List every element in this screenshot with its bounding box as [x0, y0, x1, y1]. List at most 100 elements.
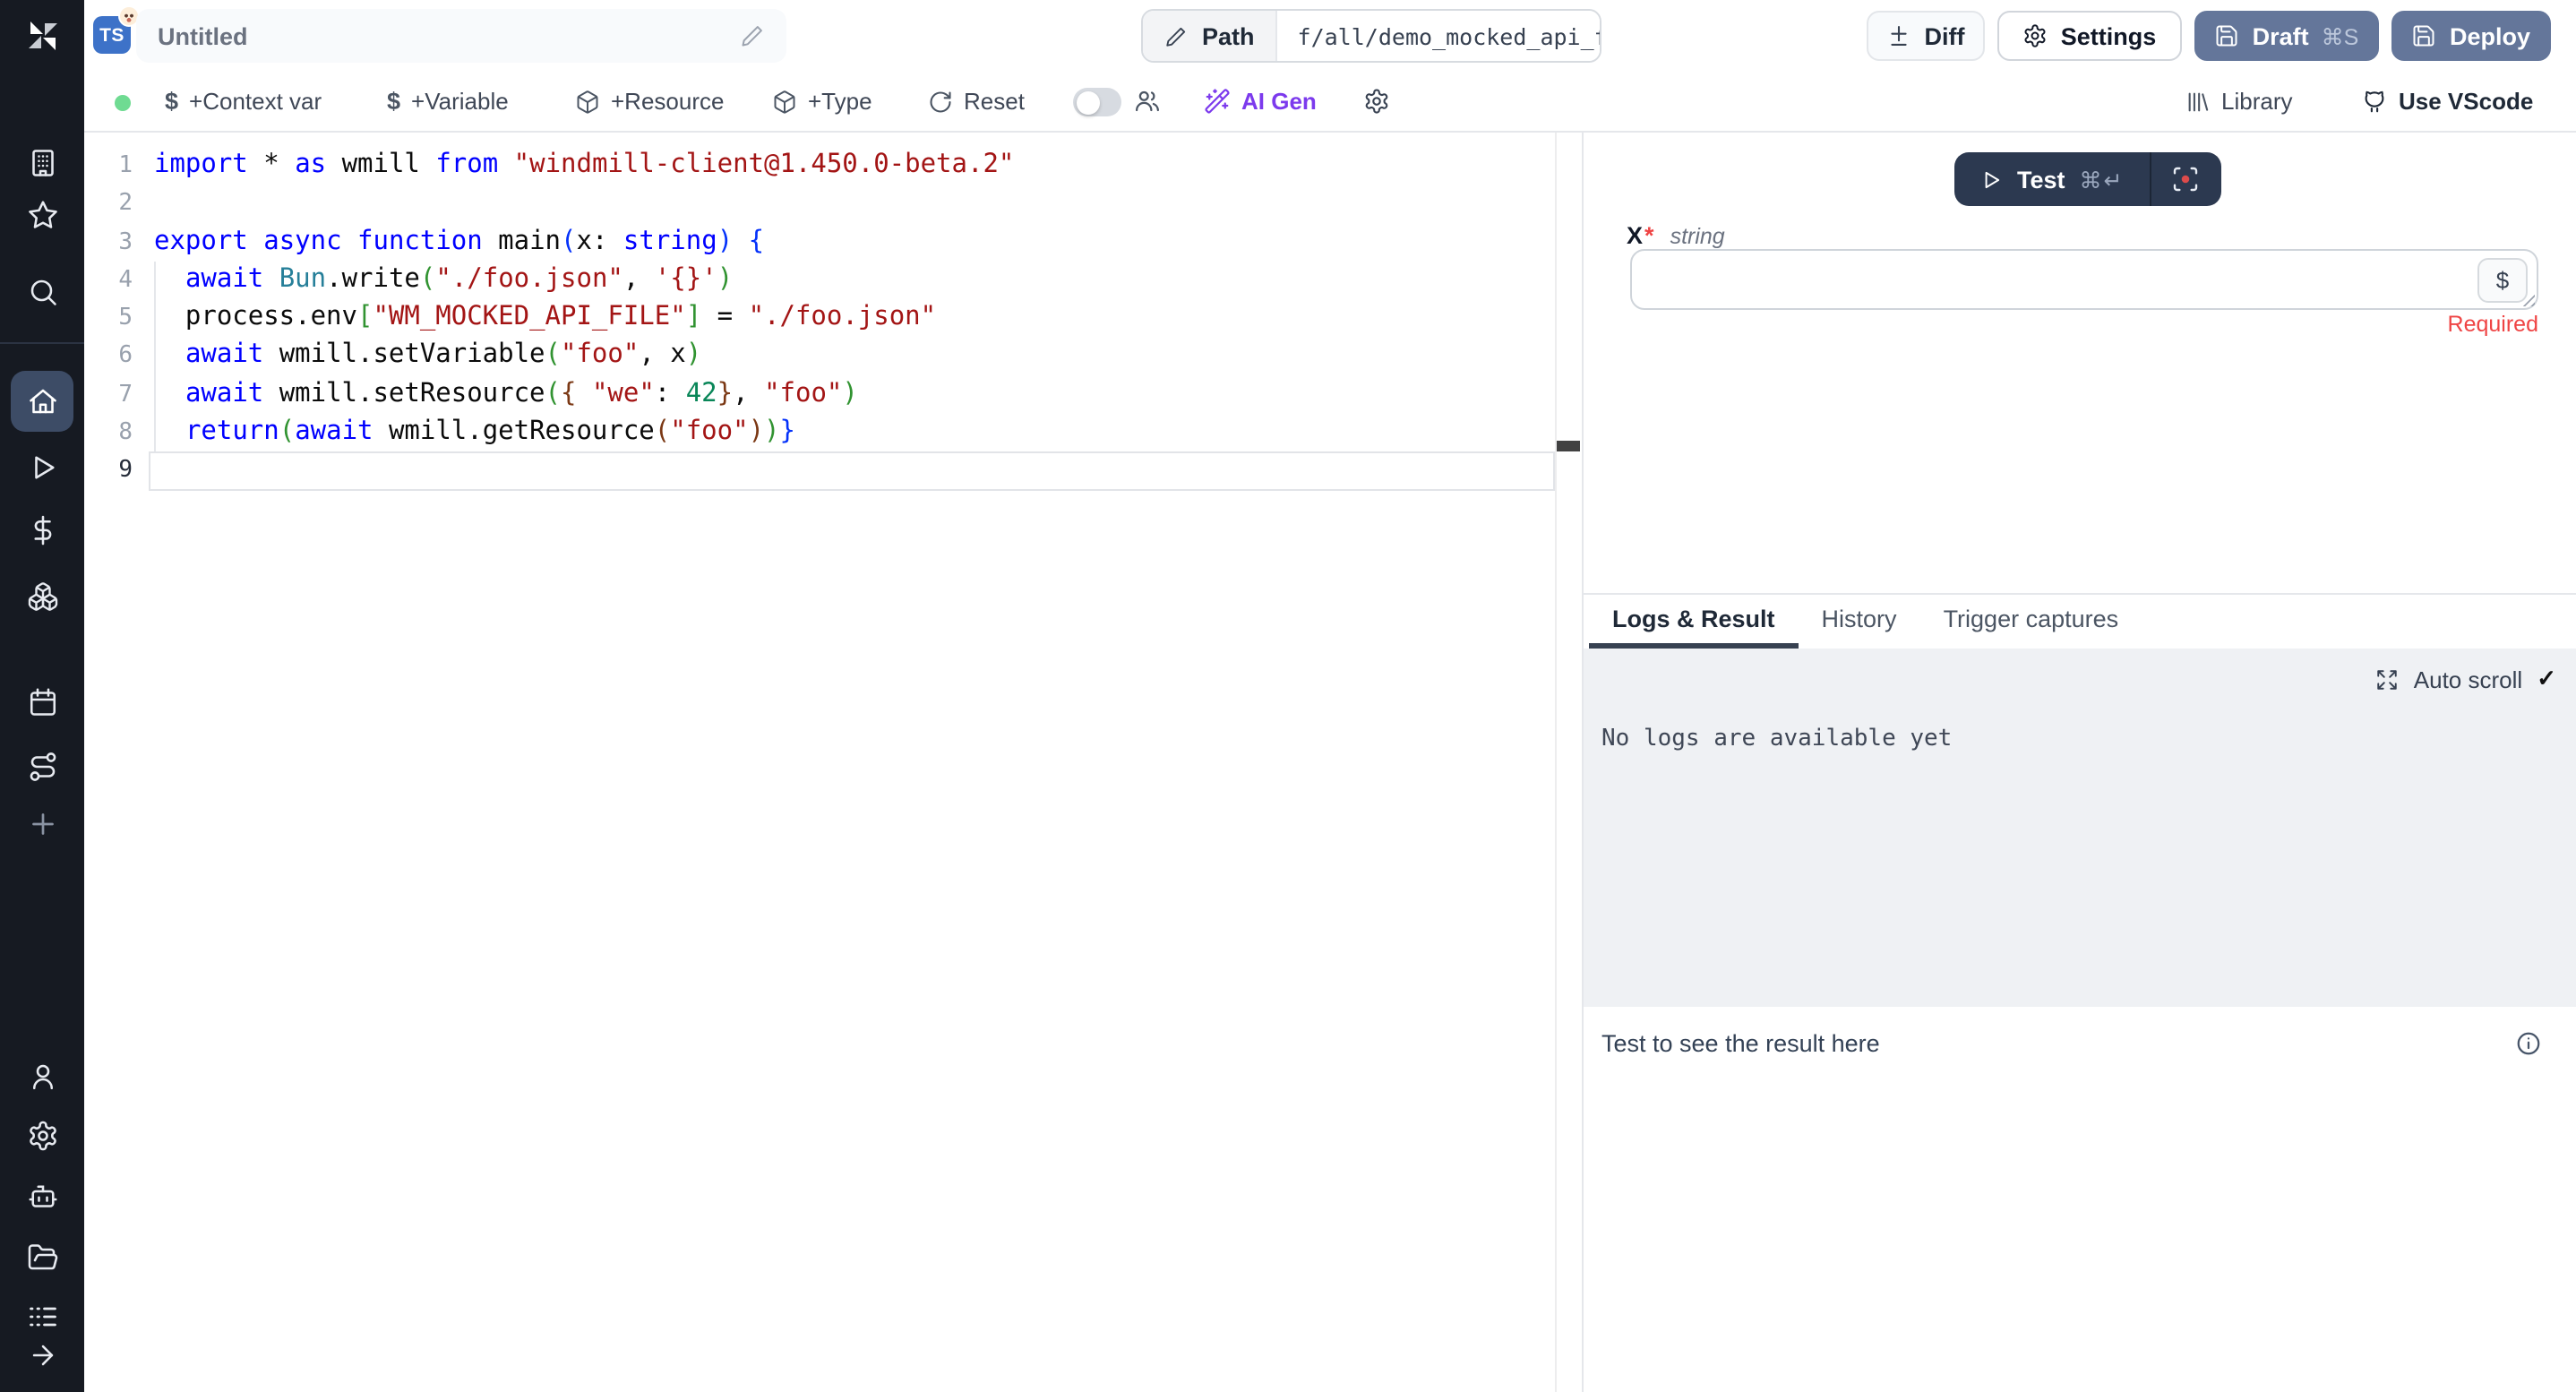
code-token: "foo"	[561, 341, 639, 370]
add-resource-button[interactable]: +Resource	[575, 72, 724, 131]
code-token: [	[357, 303, 373, 331]
line-number[interactable]: 3	[84, 223, 149, 262]
code-line[interactable]: await Bun.write("./foo.json", '{}')	[149, 262, 1555, 300]
code-line[interactable]: return(await wmill.getResource("foo"))}	[149, 414, 1555, 452]
sidebar-workers-robot-icon[interactable]	[26, 1181, 58, 1213]
code-token: "./foo.json"	[435, 265, 623, 294]
diff-icon	[1887, 23, 1912, 48]
search-icon[interactable]	[26, 276, 58, 308]
auto-scroll-control[interactable]: Auto scroll ✓	[2376, 665, 2556, 693]
diff-button[interactable]: Diff	[1867, 11, 1985, 61]
code-token: =	[701, 303, 748, 331]
language-status-dot	[115, 95, 131, 111]
use-vscode-button[interactable]: Use VScode	[2361, 72, 2533, 131]
code-token: "./foo.json"	[749, 303, 937, 331]
sidebar-item-resources-boxes-icon[interactable]	[26, 580, 58, 613]
add-context-var-button[interactable]: $ +Context var	[165, 72, 322, 131]
sidebar-user-icon[interactable]	[26, 1061, 58, 1093]
capture-test-button[interactable]	[2151, 152, 2221, 206]
github-icon	[2361, 88, 2388, 115]
sidebar-item-triggers-route-icon[interactable]	[26, 751, 58, 783]
deploy-button[interactable]: Deploy	[2391, 11, 2551, 61]
test-button[interactable]: Test ⌘↵	[1954, 152, 2150, 206]
sidebar-item-schedules-calendar-icon[interactable]	[26, 686, 58, 718]
line-number[interactable]: 6	[84, 338, 149, 376]
tab-logs-result[interactable]: Logs & Result	[1589, 595, 1799, 649]
code-token: async	[263, 227, 341, 255]
check-icon[interactable]: ✓	[2537, 665, 2556, 693]
code-line[interactable]: export async function main(x: string) {	[149, 223, 1555, 262]
code-line[interactable]	[149, 185, 1555, 224]
sidebar-divider	[0, 342, 84, 344]
code-line[interactable]: process.env["WM_MOCKED_API_FILE"] = "./f…	[149, 299, 1555, 338]
code-token: process.env	[154, 303, 357, 331]
path-value[interactable]: f/all/demo_mocked_api_file	[1278, 11, 1601, 61]
diff-button-label: Diff	[1925, 22, 1965, 49]
reset-icon	[928, 89, 953, 114]
code-token	[263, 265, 279, 294]
workspace-building-icon[interactable]	[26, 147, 58, 179]
sidebar-folders-icon[interactable]	[26, 1242, 58, 1274]
code-token: import	[154, 150, 248, 179]
tab-trigger-captures[interactable]: Trigger captures	[1920, 595, 2142, 649]
line-number[interactable]: 9	[84, 452, 149, 491]
sidebar-item-variables-dollar-icon[interactable]	[26, 514, 58, 546]
edit-title-pencil-icon[interactable]	[740, 23, 765, 48]
library-button[interactable]: Library	[2185, 72, 2293, 131]
code-token: )	[717, 227, 733, 255]
reset-button[interactable]: Reset	[928, 72, 1025, 131]
code-line[interactable]: await wmill.setResource({ "we": 42}, "fo…	[149, 376, 1555, 415]
code-lines[interactable]: import * as wmill from "windmill-client@…	[149, 133, 1555, 1392]
sidebar-item-home[interactable]	[11, 371, 73, 432]
windmill-logo-icon[interactable]	[21, 14, 64, 57]
dollar-icon: $	[387, 88, 400, 115]
gear-icon	[2023, 23, 2048, 48]
sidebar-add-plus-icon[interactable]	[26, 808, 58, 840]
scrollbar-cursor-marker	[1557, 441, 1580, 451]
editor-scrollbar[interactable]	[1555, 133, 1582, 1392]
library-icon	[2185, 89, 2211, 114]
line-number[interactable]: 1	[84, 147, 149, 185]
required-asterisk: *	[1644, 222, 1654, 249]
sidebar-item-runs-play-icon[interactable]	[26, 451, 58, 484]
code-token: wmill.getResource	[374, 417, 655, 446]
line-number[interactable]: 5	[84, 299, 149, 338]
indent-guide	[154, 262, 156, 452]
tab-label: Logs & Result	[1612, 606, 1775, 632]
add-variable-button[interactable]: $ +Variable	[387, 72, 509, 131]
favorites-star-icon[interactable]	[26, 199, 58, 231]
wand-sparkles-icon	[1204, 88, 1231, 115]
code-editor[interactable]: 123456789 import * as wmill from "windmi…	[84, 133, 1582, 1392]
code-token: main	[483, 227, 561, 255]
line-number[interactable]: 4	[84, 262, 149, 300]
sidebar-logs-list-icon[interactable]	[26, 1301, 58, 1333]
sidebar-collapse-arrow-icon[interactable]	[27, 1340, 57, 1371]
sidebar-settings-gear-icon[interactable]	[26, 1120, 58, 1152]
code-token: }	[780, 417, 795, 446]
info-icon[interactable]	[2515, 1030, 2542, 1057]
path-label-section[interactable]: Path	[1143, 11, 1278, 61]
script-title-input[interactable]	[136, 9, 786, 63]
line-number[interactable]: 8	[84, 414, 149, 452]
code-line[interactable]: await wmill.setVariable("foo", x)	[149, 338, 1555, 376]
insert-variable-dollar-button[interactable]: $	[2477, 258, 2528, 303]
code-token: string	[623, 227, 717, 255]
settings-button[interactable]: Settings	[1997, 11, 2182, 61]
line-number[interactable]: 7	[84, 376, 149, 415]
draft-shortcut: ⌘S	[2322, 22, 2359, 49]
editor-settings-gear-icon[interactable]	[1363, 72, 1390, 131]
multiplayer-users-icon[interactable]	[1134, 72, 1161, 131]
code-token: "windmill-client@1.450.0-beta.2"	[514, 150, 1015, 179]
draft-button[interactable]: Draft ⌘S	[2194, 11, 2379, 61]
code-line[interactable]: import * as wmill from "windmill-client@…	[149, 147, 1555, 185]
path-editor[interactable]: Path f/all/demo_mocked_api_file	[1141, 9, 1601, 63]
add-type-button[interactable]: +Type	[772, 72, 872, 131]
argument-x-input[interactable]	[1632, 251, 2537, 308]
toggle-switch[interactable]	[1073, 88, 1121, 116]
code-token	[576, 380, 591, 408]
draft-button-label: Draft	[2253, 22, 2309, 49]
line-number[interactable]: 2	[84, 185, 149, 224]
ai-gen-button[interactable]: AI Gen	[1204, 72, 1317, 131]
tab-history[interactable]: History	[1799, 595, 1920, 649]
code-line[interactable]	[149, 452, 1555, 491]
